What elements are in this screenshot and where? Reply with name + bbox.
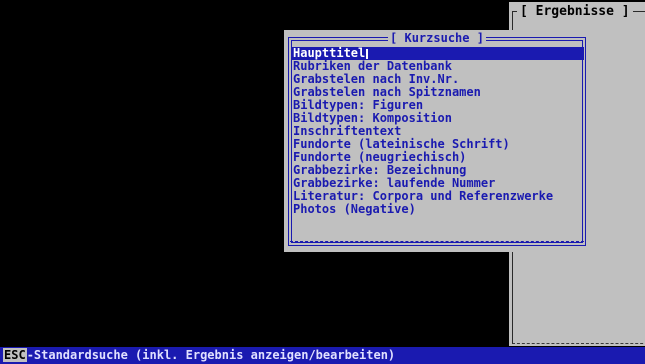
status-bar-text: -Standardsuche (inkl. Ergebnis anzeigen/… bbox=[26, 348, 396, 362]
kurzsuche-menu: Haupttitel Rubriken der Datenbank Grabstel… bbox=[292, 47, 584, 216]
dialog-frame-bottom bbox=[290, 241, 584, 242]
status-bar: ESC-Standardsuche (inkl. Ergebnis anzeig… bbox=[0, 347, 645, 364]
esc-key-hint[interactable]: ESC bbox=[3, 348, 27, 362]
kurzsuche-dialog: [ Kurzsuche ] Haupttitel Rubriken der Dat… bbox=[284, 30, 590, 252]
results-panel-title: [ Ergebnisse ] bbox=[517, 5, 633, 19]
dialog-title-text: [ Kurzsuche ] bbox=[388, 32, 486, 45]
terminal-screen: [ Ergebnisse ] [ Kurzsuche ] Haupttitel R… bbox=[0, 0, 645, 364]
dialog-title: [ Kurzsuche ] bbox=[284, 32, 590, 45]
menu-item[interactable]: Photos (Negative) bbox=[292, 203, 584, 216]
text-cursor bbox=[366, 48, 369, 59]
